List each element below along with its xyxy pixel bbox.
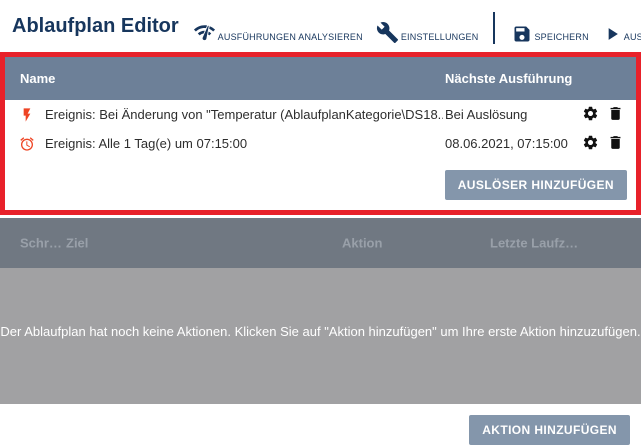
column-header-name: Name — [20, 71, 55, 86]
trigger-delete-button[interactable] — [607, 105, 624, 125]
network-check-icon — [193, 21, 216, 44]
toolbar: AUSFÜHRUNGEN ANALYSIEREN EINSTELLUNGEN S… — [193, 12, 641, 44]
trigger-name: Ereignis: Alle 1 Tag(e) um 07:15:00 — [45, 136, 247, 151]
triggers-footer: AUSLÖSER HINZUFÜGEN — [5, 158, 636, 200]
save-button[interactable]: SPEICHERN — [512, 24, 588, 44]
page-title: Ablaufplan Editor — [12, 15, 179, 38]
settings-gear-icon — [582, 105, 599, 125]
trigger-row[interactable]: Ereignis: Alle 1 Tag(e) um 07:15:00 08.0… — [5, 129, 636, 158]
toolbar-divider — [493, 12, 495, 44]
run-button[interactable]: AUSFÜHREN — [602, 24, 641, 44]
trash-icon — [607, 134, 624, 154]
save-icon — [512, 24, 532, 44]
flash-icon — [19, 107, 35, 123]
add-action-button[interactable]: AKTION HINZUFÜGEN — [469, 415, 630, 445]
actions-table-header: Schr… Ziel Aktion Letzte Laufz… — [0, 218, 641, 268]
actions-empty-area: Der Ablaufplan hat noch keine Aktionen. … — [0, 268, 641, 404]
actions-section-disabled: Schr… Ziel Aktion Letzte Laufz… Der Abla… — [0, 218, 641, 404]
alarm-icon — [19, 136, 35, 152]
trigger-next-execution: 08.06.2021, 07:15:00 — [445, 136, 568, 151]
analyze-executions-button[interactable]: AUSFÜHRUNGEN ANALYSIEREN — [193, 21, 363, 44]
save-label: SPEICHERN — [534, 32, 588, 42]
column-header-target: Ziel — [66, 236, 88, 251]
wrench-icon — [376, 21, 399, 44]
settings-button[interactable]: EINSTELLUNGEN — [376, 21, 479, 44]
run-label: AUSFÜHREN — [624, 32, 641, 42]
trash-icon — [607, 105, 624, 125]
trigger-row-actions — [582, 105, 624, 125]
header: Ablaufplan Editor AUSFÜHRUNGEN ANALYSIER… — [0, 0, 641, 52]
settings-gear-icon — [582, 134, 599, 154]
trigger-settings-button[interactable] — [582, 134, 599, 154]
column-header-step: Schr… — [20, 236, 62, 251]
play-icon — [602, 24, 622, 44]
trigger-row-actions — [582, 134, 624, 154]
column-header-action: Aktion — [342, 236, 382, 251]
trigger-settings-button[interactable] — [582, 105, 599, 125]
column-header-next-execution: Nächste Ausführung — [445, 71, 572, 86]
trigger-row[interactable]: Ereignis: Bei Änderung von "Temperatur (… — [5, 100, 636, 129]
triggers-section-highlighted: Name Nächste Ausführung Ereignis: Bei Än… — [0, 52, 641, 215]
bottom-bar: AKTION HINZUFÜGEN — [0, 404, 641, 445]
trigger-delete-button[interactable] — [607, 134, 624, 154]
trigger-name: Ereignis: Bei Änderung von "Temperatur (… — [45, 107, 443, 122]
analyze-executions-label: AUSFÜHRUNGEN ANALYSIEREN — [218, 32, 363, 42]
empty-actions-message: Der Ablaufplan hat noch keine Aktionen. … — [0, 324, 641, 339]
trigger-next-execution: Bei Auslösung — [445, 107, 527, 122]
triggers-table-header: Name Nächste Ausführung — [5, 57, 636, 100]
column-header-last-runtime: Letzte Laufz… — [490, 236, 578, 251]
add-trigger-button[interactable]: AUSLÖSER HINZUFÜGEN — [445, 170, 627, 200]
settings-label: EINSTELLUNGEN — [401, 32, 479, 42]
